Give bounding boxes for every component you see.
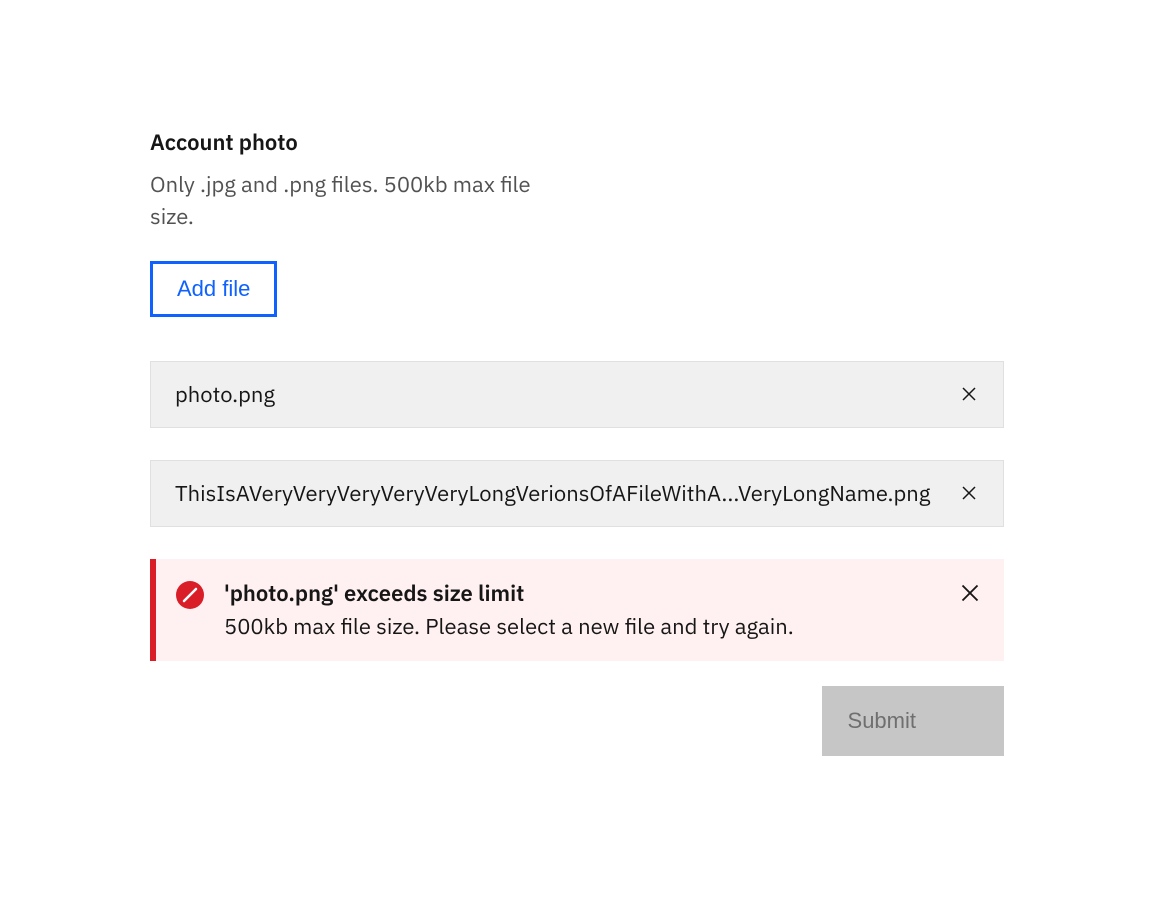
error-title: 'photo.png' exceeds size limit <box>224 579 944 608</box>
error-notification: 'photo.png' exceeds size limit 500kb max… <box>150 559 1004 661</box>
remove-file-icon[interactable] <box>959 384 979 404</box>
error-message: 500kb max file size. Please select a new… <box>224 612 944 641</box>
submit-button[interactable]: Submit <box>822 686 1004 756</box>
file-item: photo.png <box>150 361 1004 428</box>
error-icon <box>176 581 204 609</box>
section-subtitle: Only .jpg and .png files. 500kb max file… <box>150 169 550 233</box>
file-name: ThisIsAVeryVeryVeryVeryVeryLongVerionsOf… <box>175 479 943 508</box>
file-name: photo.png <box>175 380 943 409</box>
add-file-button[interactable]: Add file <box>150 261 277 317</box>
file-item: ThisIsAVeryVeryVeryVeryVeryLongVerionsOf… <box>150 460 1004 527</box>
section-title: Account photo <box>150 128 1004 157</box>
remove-file-icon[interactable] <box>959 483 979 503</box>
close-icon[interactable] <box>960 583 980 603</box>
